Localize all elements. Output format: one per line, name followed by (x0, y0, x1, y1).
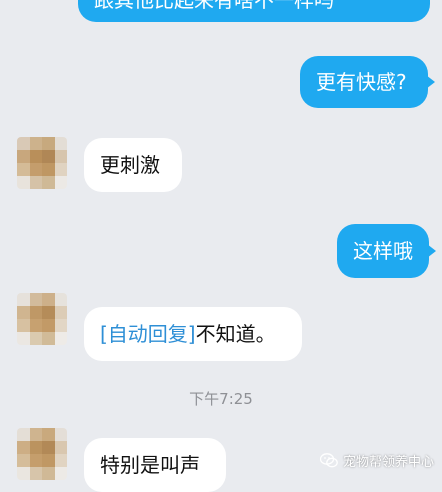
avatar[interactable] (17, 293, 67, 345)
message-text: 跟其他比起来有啥不一样吗 (94, 0, 334, 12)
wechat-logo-icon (319, 453, 338, 468)
message-text: 更有快感? (316, 70, 407, 94)
bubble-tail (426, 75, 435, 89)
incoming-message-auto-reply[interactable]: [自动回复] 不知道。 (84, 307, 302, 361)
message-text: 这样哦 (353, 239, 413, 263)
watermark: 宠物帮领养中心 (319, 451, 434, 470)
message-timestamp: 下午7:25 (189, 390, 253, 408)
incoming-message[interactable]: 更刺激 (84, 138, 182, 192)
message-text: 不知道。 (195, 322, 276, 346)
watermark-text: 宠物帮领养中心 (342, 455, 434, 470)
auto-reply-tag: [自动回复] (100, 322, 196, 346)
outgoing-message[interactable]: 这样哦 (337, 224, 436, 278)
avatar[interactable] (17, 428, 67, 480)
avatar[interactable] (17, 137, 67, 189)
incoming-message[interactable]: 特别是叫声 (84, 438, 226, 492)
outgoing-message[interactable]: 跟其他比起来有啥不一样吗 (78, 0, 430, 22)
outgoing-message[interactable]: 更有快感? (300, 56, 435, 108)
chat-window[interactable]: 跟其他比起来有啥不一样吗 更有快感? 更刺激 这样哦 [自动回复] 不知道。 下午… (0, 0, 442, 492)
message-text: 更刺激 (100, 153, 160, 177)
message-text: 特别是叫声 (100, 453, 200, 477)
bubble-tail (427, 244, 436, 258)
